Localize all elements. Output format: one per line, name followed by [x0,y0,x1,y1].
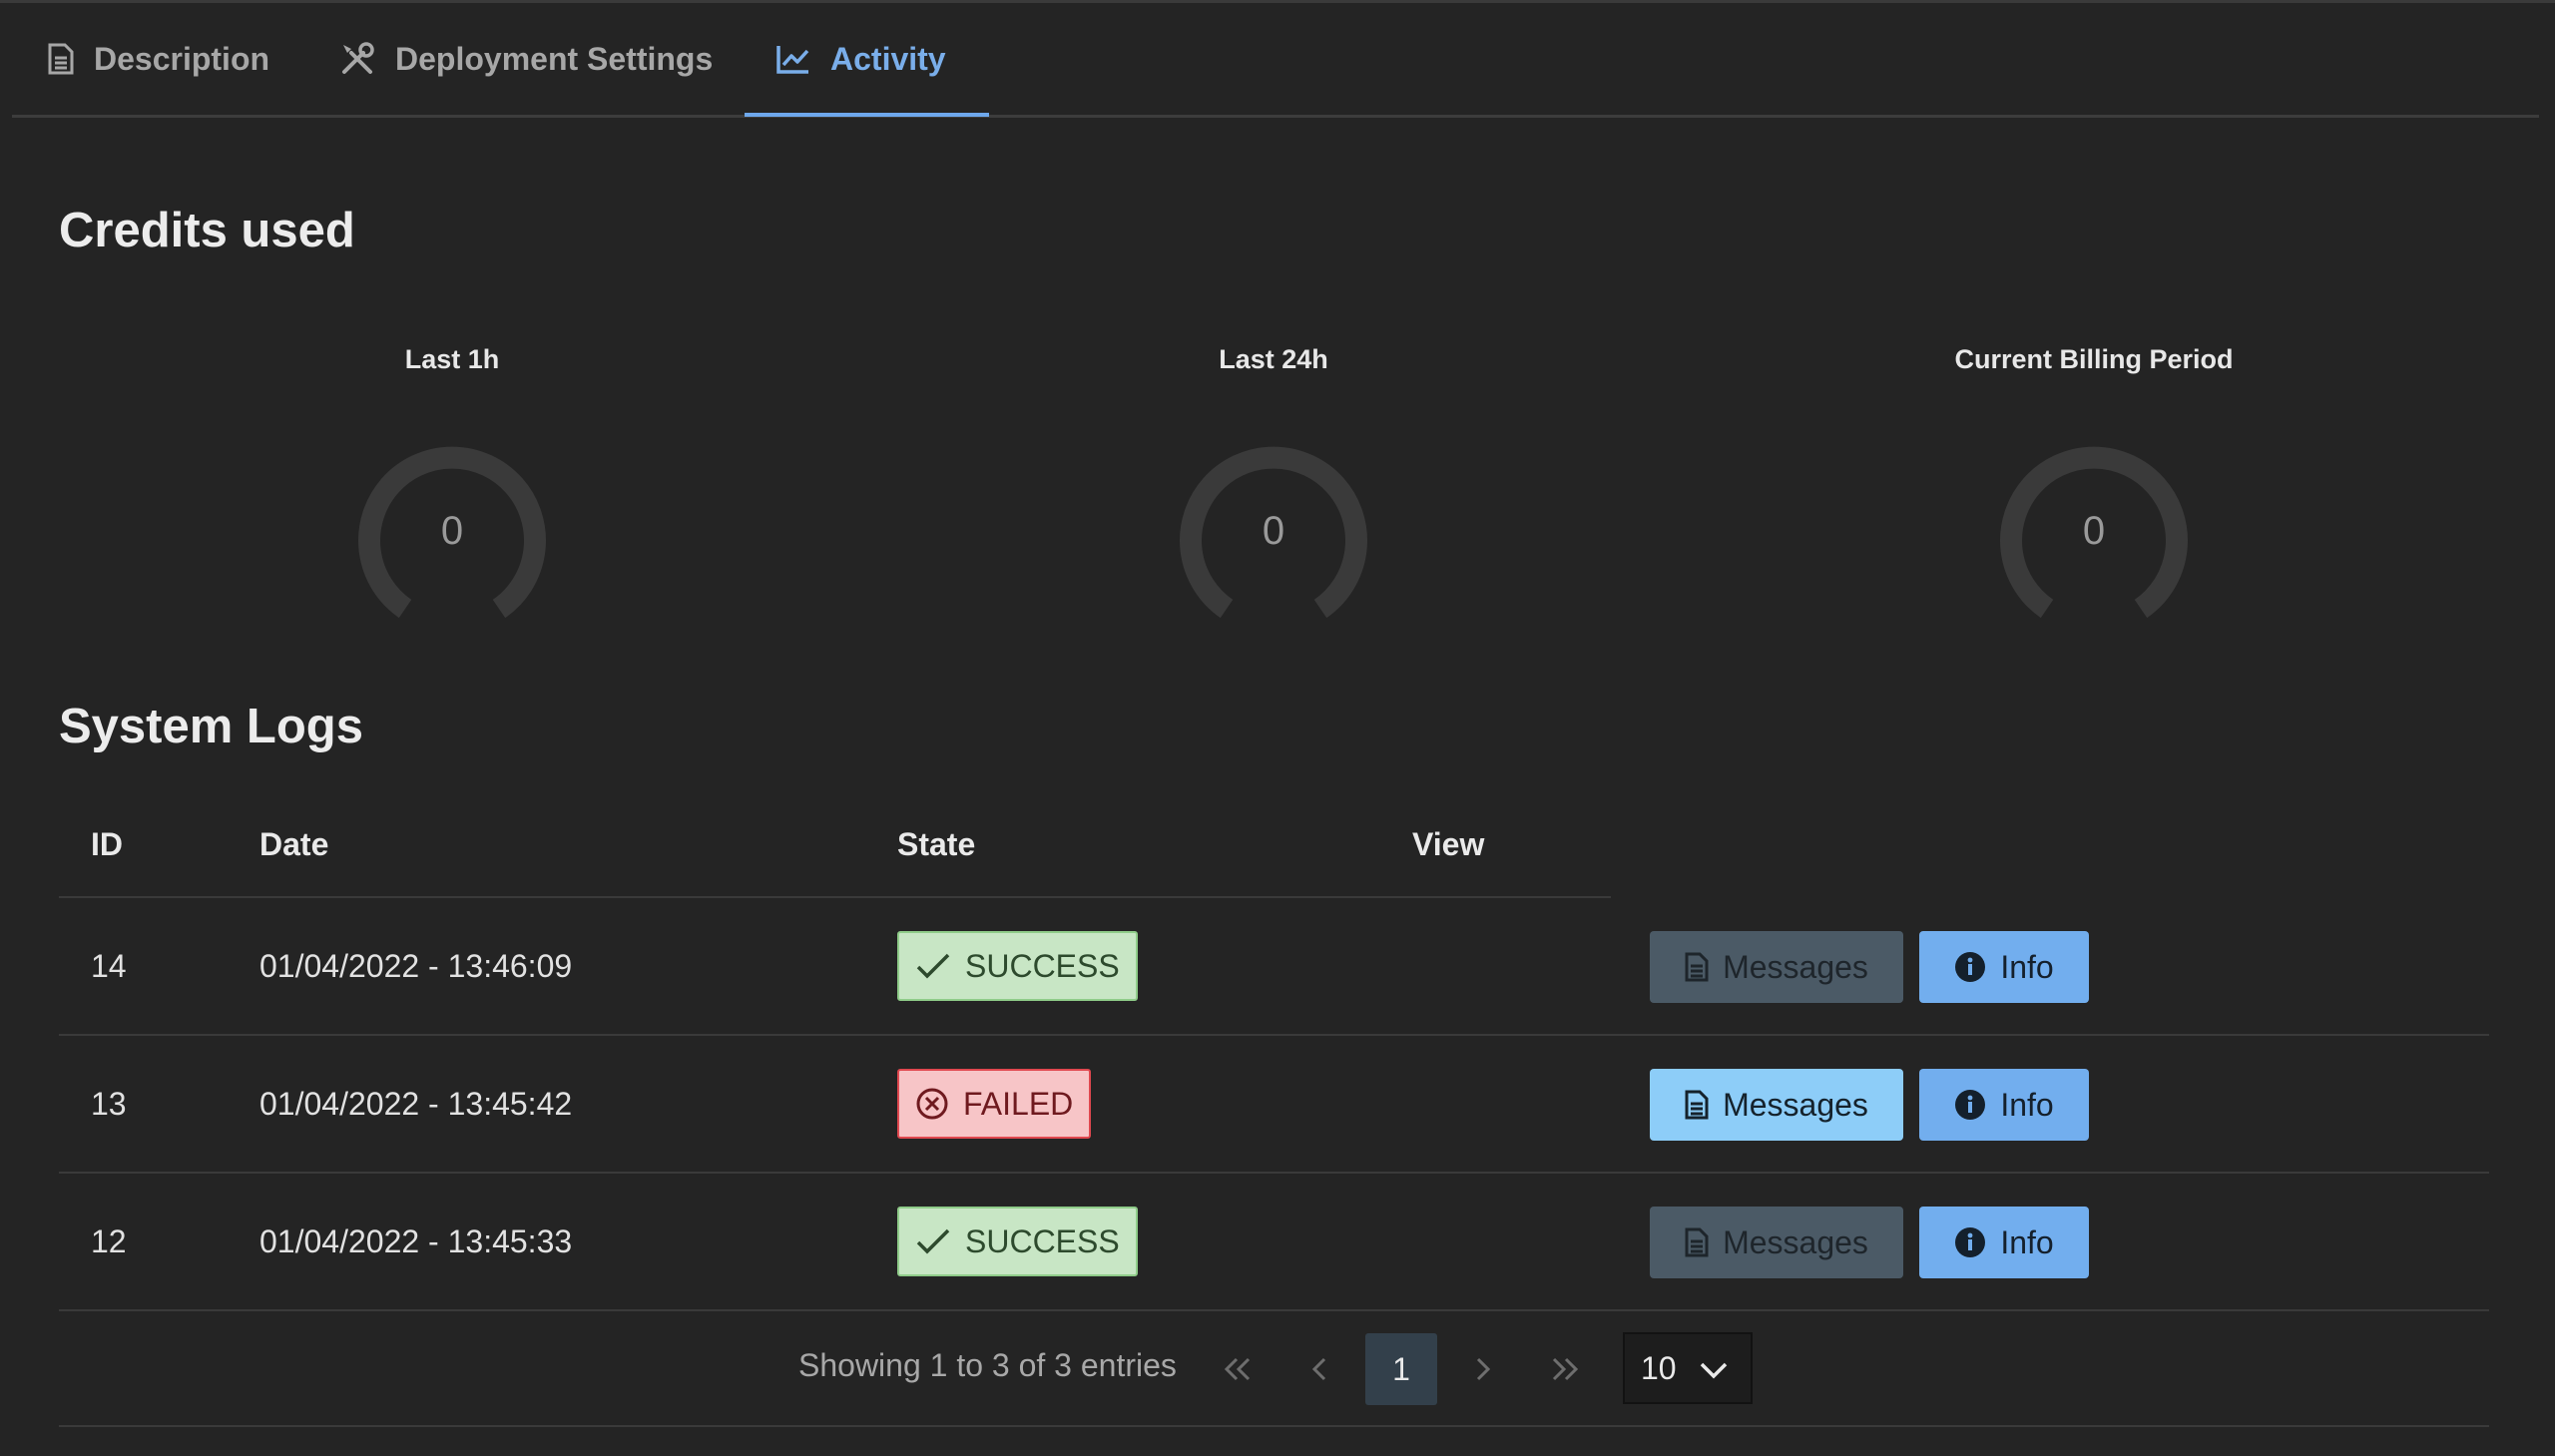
row-date: 01/04/2022 - 13:45:33 [259,1223,573,1259]
tab-description[interactable]: Description [48,0,269,118]
messages-button-label: Messages [1723,1223,1868,1260]
tab-description-label: Description [94,40,270,77]
row-date: 01/04/2022 - 13:46:09 [259,948,573,984]
row-date: 01/04/2022 - 13:45:42 [259,1086,573,1122]
page-number-current[interactable]: 1 [1365,1333,1437,1405]
info-circle-icon [1955,1227,1986,1257]
credits-title: Credits used [59,204,355,257]
messages-button[interactable]: Messages [1650,1207,1903,1278]
check-icon [916,953,950,979]
messages-button-label: Messages [1723,948,1868,985]
chevron-right-icon [1476,1357,1491,1381]
status-badge-label: SUCCESS [965,1222,1120,1259]
pagination-summary: Showing 1 to 3 of 3 entries [798,1347,1177,1383]
tab-bar: Description Deployment Settings Activity [12,0,2539,118]
messages-button[interactable]: Messages [1650,931,1903,1003]
column-header-id: ID [91,826,123,862]
tools-icon [342,42,374,74]
chart-line-icon [776,46,809,74]
system-logs-title: System Logs [59,700,363,753]
gauge-label: Last 24h [1219,344,1328,374]
info-button-label: Info [2000,948,2054,985]
gauge-ring: 0 [1180,446,1367,619]
document-icon [1685,952,1709,982]
table-bottom-divider [59,1425,2489,1427]
table-row: 13 01/04/2022 - 13:45:42 FAILED Messages… [59,1036,2489,1174]
x-circle-icon [916,1088,948,1120]
gauge-current-billing-period: Current Billing Period 0 [1894,339,2294,629]
first-page-button[interactable] [1202,1333,1274,1405]
per-page-select[interactable]: 10 [1623,1332,1753,1404]
chevrons-right-icon [1552,1357,1579,1381]
tab-deployment-settings-label: Deployment Settings [395,40,714,77]
info-button[interactable]: Info [1919,931,2089,1003]
info-button-label: Info [2000,1223,2054,1260]
gauge-value: 0 [2083,509,2105,553]
gauge-value: 0 [441,509,463,553]
gauge-label: Last 1h [404,344,500,374]
info-circle-icon [1955,952,1986,982]
gauge-last-24h: Last 24h 0 [1074,339,1473,629]
info-button-label: Info [2000,1086,2054,1123]
document-icon [48,43,74,75]
gauge-last-1h: Last 1h 0 [253,339,652,629]
chevron-left-icon [1311,1357,1326,1381]
chevrons-left-icon [1224,1357,1251,1381]
info-button[interactable]: Info [1919,1207,2089,1278]
gauge-label: Current Billing Period [1954,344,2234,374]
status-badge-label: FAILED [963,1085,1074,1122]
tab-activity[interactable]: Activity [776,0,946,118]
gauge-value: 0 [1263,509,1284,553]
column-header-date: Date [259,826,329,862]
active-tab-indicator [745,113,989,117]
previous-page-button[interactable] [1283,1333,1355,1405]
row-id: 13 [91,1086,127,1122]
per-page-value: 10 [1641,1349,1677,1386]
status-badge-label: SUCCESS [965,947,1120,984]
column-header-view: View [1412,826,1485,862]
table-row: 12 01/04/2022 - 13:45:33 SUCCESS Message… [59,1174,2489,1311]
gauge-ring: 0 [2000,446,2188,619]
status-badge-failed: FAILED [897,1069,1092,1139]
status-badge-success: SUCCESS [897,1207,1138,1276]
column-header-state: State [897,826,976,862]
table-row: 14 01/04/2022 - 13:46:09 SUCCESS Message… [59,898,2489,1036]
tab-activity-label: Activity [830,40,946,77]
messages-button[interactable]: Messages [1650,1069,1903,1141]
info-button[interactable]: Info [1919,1069,2089,1141]
check-icon [916,1228,950,1254]
gauge-ring: 0 [358,446,546,619]
row-id: 14 [91,948,127,984]
tab-deployment-settings[interactable]: Deployment Settings [339,0,713,118]
status-badge-success: SUCCESS [897,931,1138,1001]
document-icon [1685,1090,1709,1120]
messages-button-label: Messages [1723,1086,1868,1123]
next-page-button[interactable] [1447,1333,1519,1405]
info-circle-icon [1955,1090,1986,1120]
last-page-button[interactable] [1529,1333,1601,1405]
row-id: 12 [91,1223,127,1259]
document-icon [1685,1227,1709,1257]
chevron-down-icon [1700,1362,1728,1379]
